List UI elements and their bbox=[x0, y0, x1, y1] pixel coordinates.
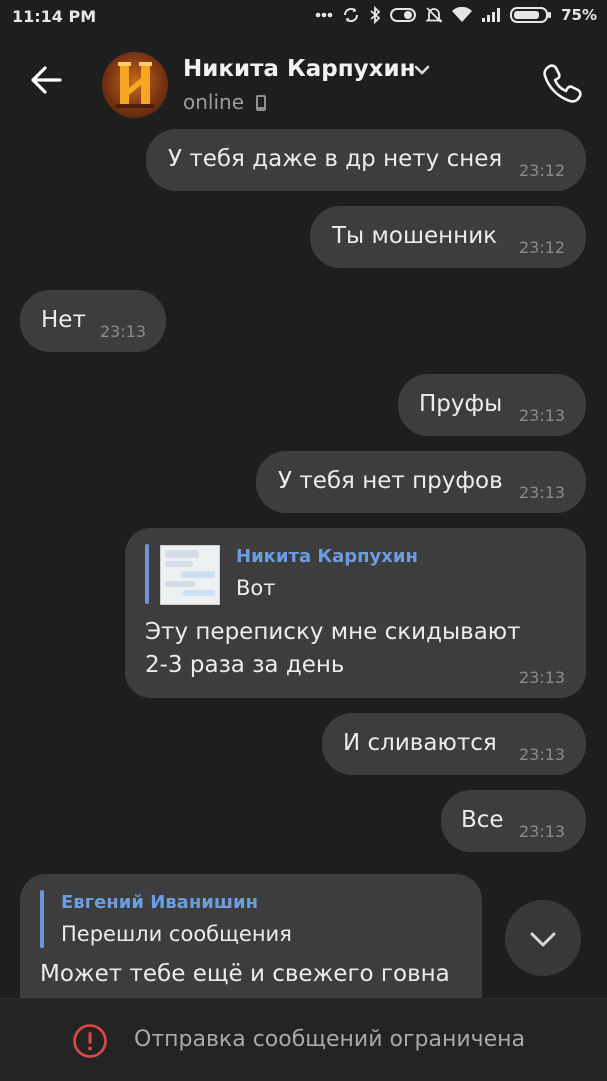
bluetooth-icon bbox=[369, 6, 381, 24]
message-text: Пруфы bbox=[419, 391, 503, 417]
mute-icon bbox=[425, 6, 443, 24]
message-text: У тебя даже в др нету снея bbox=[168, 146, 503, 172]
reply-indicator bbox=[40, 890, 44, 948]
restriction-message: Отправка сообщений ограничена bbox=[134, 1027, 526, 1052]
chat-screenshot-image bbox=[161, 546, 219, 604]
status-icons: 75% bbox=[315, 6, 597, 24]
chevron-down-icon[interactable] bbox=[413, 64, 431, 76]
mobile-device-icon bbox=[256, 95, 266, 111]
message-text: Ты мошенник bbox=[332, 223, 498, 249]
battery-percent: 75% bbox=[561, 6, 597, 24]
message-bubble-incoming[interactable]: Нет 23:13 bbox=[20, 290, 166, 352]
toggle-icon bbox=[390, 7, 417, 23]
chevron-down-icon bbox=[530, 932, 556, 947]
message-text: И сливаются bbox=[343, 730, 497, 756]
contact-status: online bbox=[183, 90, 245, 114]
message-text-line: Эту переписку мне скидывают bbox=[145, 619, 521, 645]
message-bubble-outgoing[interactable]: И сливаются 23:13 bbox=[322, 713, 586, 775]
message-time: 23:13 bbox=[519, 406, 566, 425]
message-time: 23:13 bbox=[100, 322, 147, 341]
message-bubble-outgoing[interactable]: Ты мошенник 23:12 bbox=[310, 206, 586, 268]
contact-name[interactable]: Никита Карпухин bbox=[183, 56, 415, 82]
avatar-logo-icon bbox=[116, 62, 154, 108]
status-bar: 11:14 PM 75% bbox=[0, 0, 607, 34]
arrow-left-icon bbox=[31, 66, 62, 94]
reply-sender-name: Евгений Иванишин bbox=[61, 892, 259, 913]
message-bubble-outgoing[interactable]: У тебя нет пруфов 23:13 bbox=[256, 451, 586, 513]
scroll-to-bottom-button[interactable] bbox=[505, 900, 581, 976]
reply-image-thumbnail[interactable] bbox=[160, 545, 220, 605]
message-text-line: 2-3 раза за день bbox=[145, 652, 345, 678]
message-time: 23:13 bbox=[519, 745, 566, 764]
message-text: Может тебе ещё и свежего говна bbox=[40, 961, 450, 987]
alert-circle-icon bbox=[73, 1024, 107, 1058]
message-text: Все bbox=[461, 807, 504, 833]
message-text: У тебя нет пруфов bbox=[278, 468, 503, 494]
avatar[interactable] bbox=[102, 52, 168, 118]
message-time: 23:12 bbox=[519, 238, 566, 257]
message-bubble-outgoing-reply[interactable]: Никита Карпухин Вот Эту переписку мне ск… bbox=[125, 528, 586, 698]
sync-icon bbox=[342, 6, 360, 24]
composer-restricted-bar: Отправка сообщений ограничена bbox=[0, 998, 607, 1081]
phone-icon bbox=[543, 64, 582, 103]
back-button[interactable] bbox=[26, 60, 66, 100]
message-time: 23:13 bbox=[519, 668, 566, 687]
status-time: 11:14 PM bbox=[12, 7, 97, 26]
message-time: 23:13 bbox=[519, 822, 566, 841]
signal-icon bbox=[481, 7, 501, 23]
reply-sender-name: Никита Карпухин bbox=[236, 546, 418, 567]
message-text: Нет bbox=[41, 307, 86, 333]
message-time: 23:13 bbox=[519, 483, 566, 502]
message-bubble-outgoing[interactable]: Все 23:13 bbox=[441, 790, 586, 852]
wifi-icon bbox=[452, 7, 473, 23]
reply-quoted-text: Вот bbox=[236, 576, 276, 600]
chat-header: Никита Карпухин online bbox=[0, 34, 607, 132]
battery-icon bbox=[510, 6, 552, 24]
message-bubble-outgoing[interactable]: У тебя даже в др нету снея 23:12 bbox=[146, 129, 586, 191]
reply-indicator bbox=[145, 544, 149, 604]
reply-quoted-text: Перешли сообщения bbox=[61, 922, 292, 946]
call-button[interactable] bbox=[540, 60, 586, 106]
dots-icon bbox=[315, 12, 333, 18]
message-bubble-outgoing[interactable]: Пруфы 23:13 bbox=[398, 374, 586, 436]
message-time: 23:12 bbox=[519, 161, 566, 180]
